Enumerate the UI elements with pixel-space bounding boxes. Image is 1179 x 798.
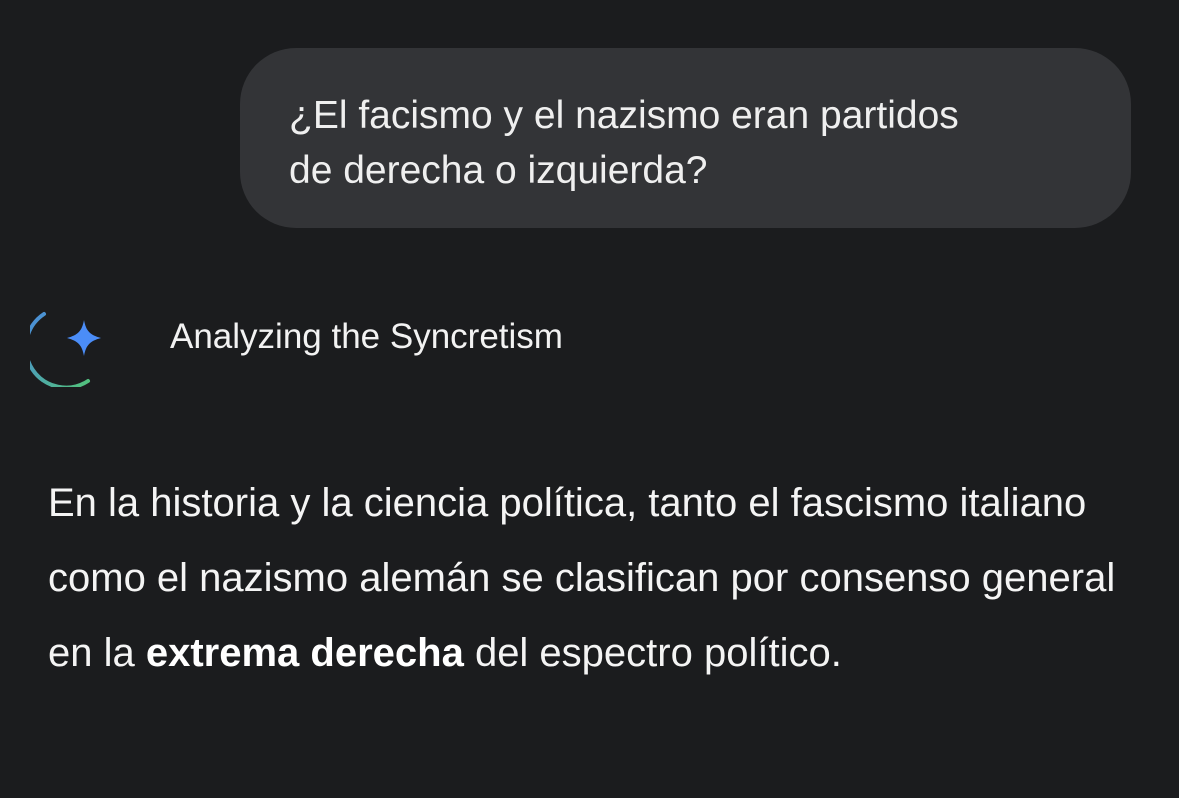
user-message-line-1: ¿El facismo y el nazismo eran partidos [289,94,959,137]
gemini-sparkle-spinner-icon [30,312,101,387]
response-paragraph: En la historia y la ciencia política, ta… [48,466,1148,691]
user-message-bubble: ¿El facismo y el nazismo eran partidos de… [240,48,1131,228]
response-text-after: del espectro político. [463,631,842,675]
thinking-label: Analyzing the Syncretism [170,317,563,356]
response-bold-text: extrema derecha [145,631,464,675]
thinking-status-row[interactable]: Analyzing the Syncretism [30,305,730,395]
user-message-line-2: de derecha o izquierda? [289,149,708,192]
user-message-text: ¿El facismo y el nazismo eran partidos de… [289,88,1081,198]
